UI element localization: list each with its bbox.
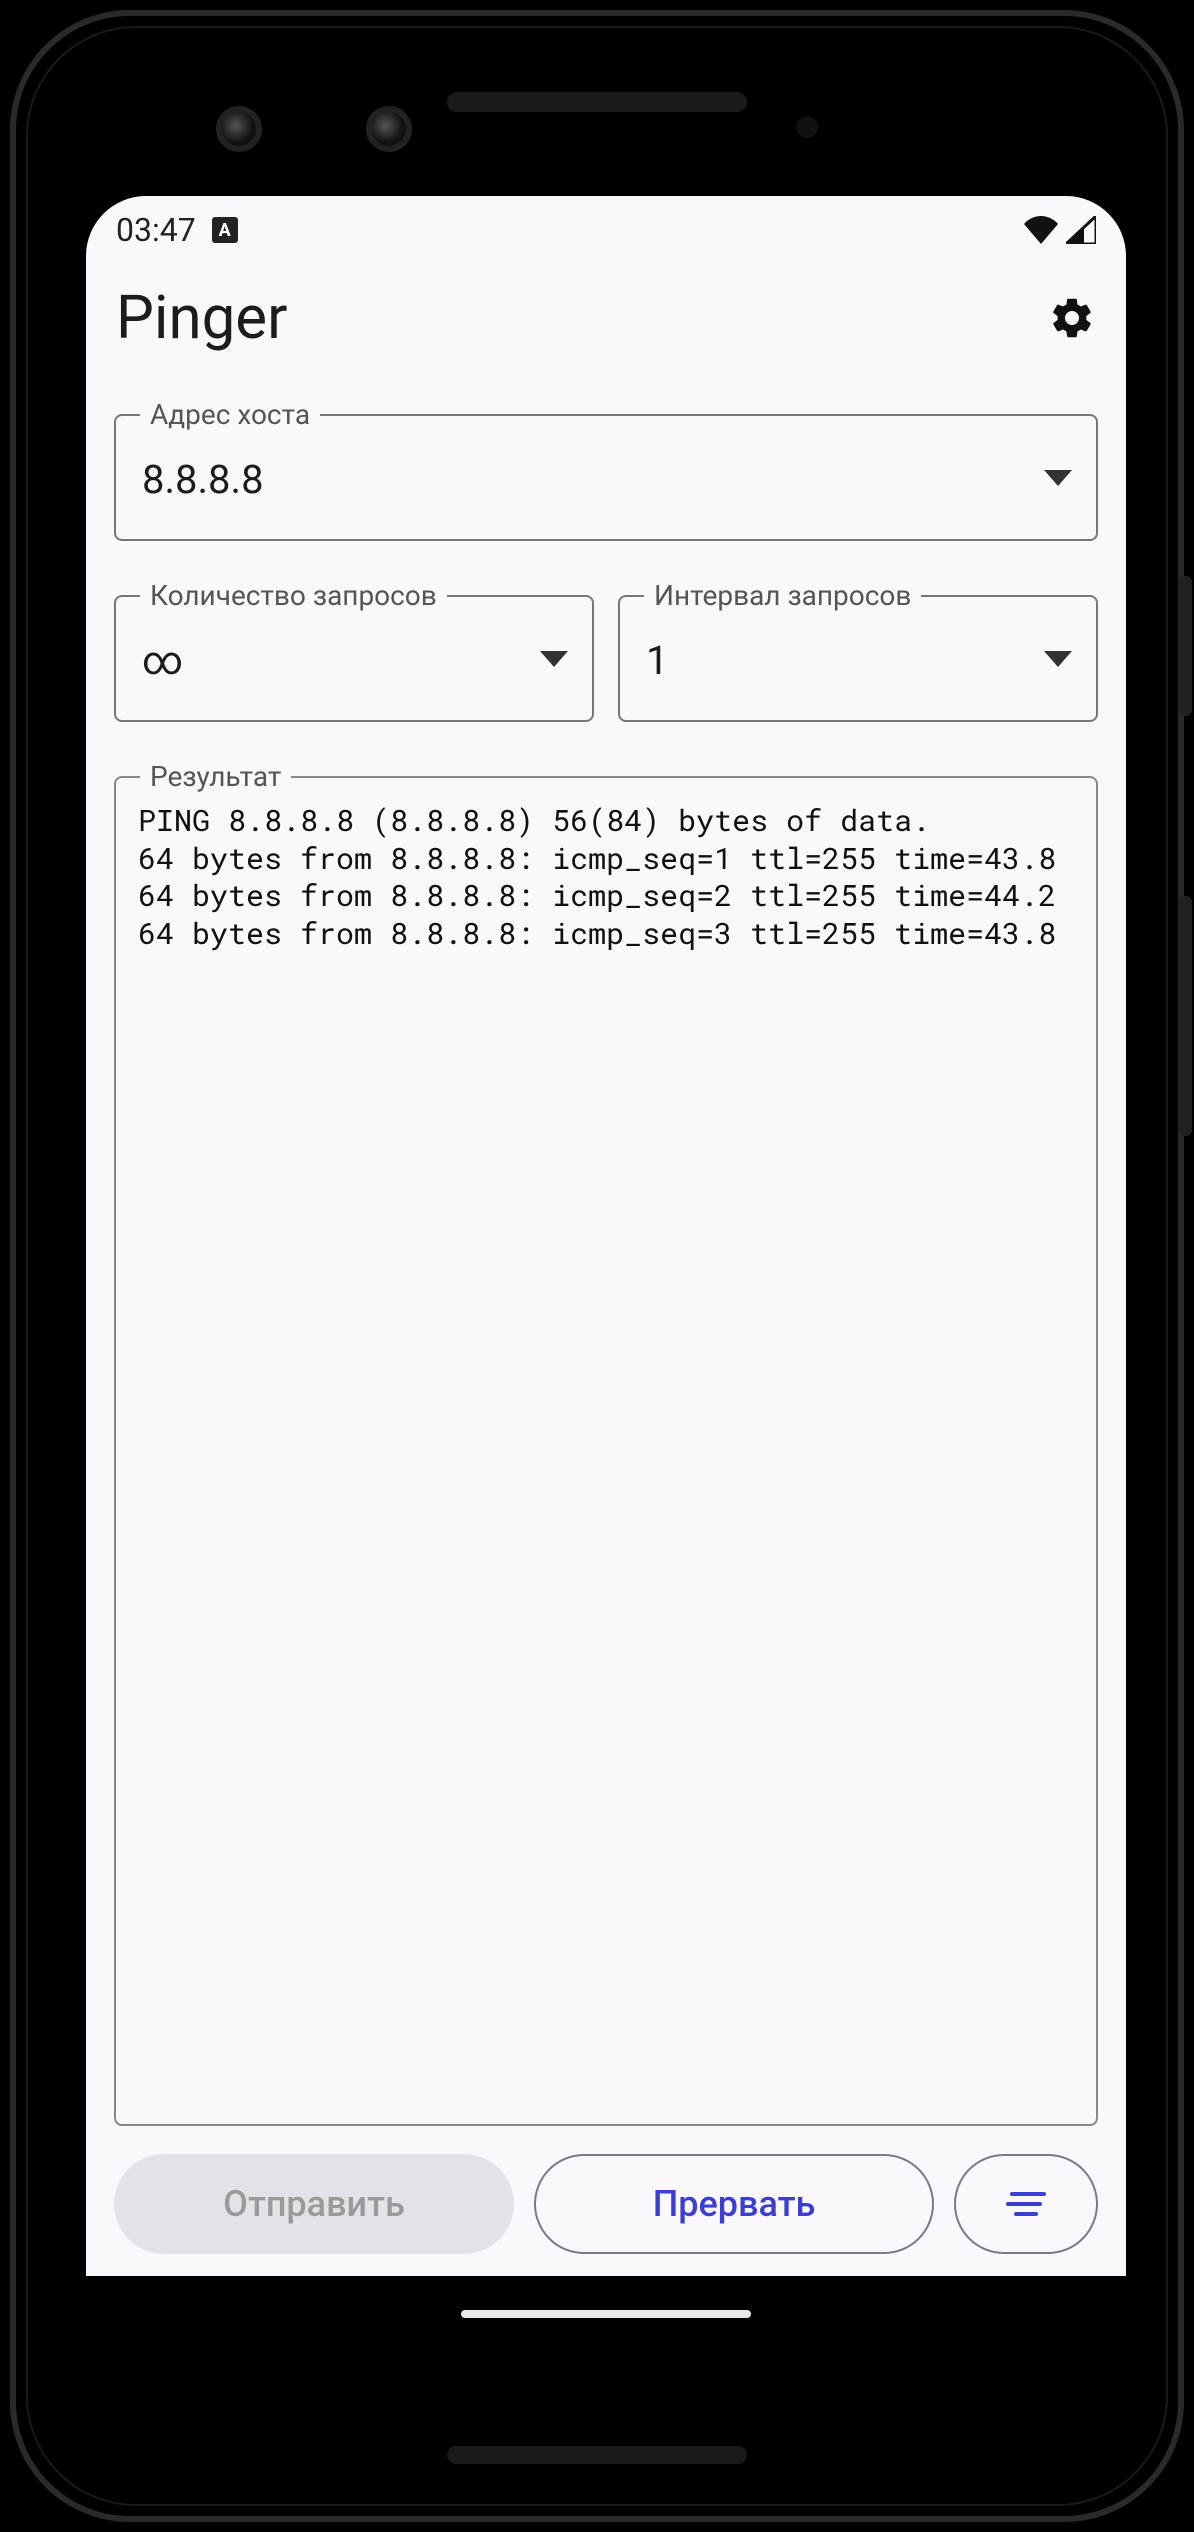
keyboard-indicator-icon: A bbox=[212, 217, 238, 243]
host-value: 8.8.8.8 bbox=[116, 416, 1096, 539]
host-field[interactable]: Адрес хоста 8.8.8.8 bbox=[114, 414, 1098, 541]
app-title: Pinger bbox=[116, 282, 287, 353]
result-box: Результат PING 8.8.8.8 (8.8.8.8) 56(84) … bbox=[114, 776, 1098, 2126]
interval-label: Интервал запросов bbox=[644, 579, 921, 612]
host-label: Адрес хоста bbox=[140, 398, 320, 431]
dropdown-arrow-icon bbox=[1044, 470, 1072, 486]
status-clock: 03:47 bbox=[116, 211, 196, 249]
settings-button[interactable] bbox=[1048, 294, 1096, 342]
content-area: Адрес хоста 8.8.8.8 Количество запросов … bbox=[86, 356, 1126, 2276]
interval-field[interactable]: Интервал запросов 1 bbox=[618, 595, 1098, 722]
bottom-speaker bbox=[447, 2446, 747, 2464]
result-output[interactable]: PING 8.8.8.8 (8.8.8.8) 56(84) bytes of d… bbox=[138, 802, 1074, 952]
phone-chassis: 03:47 A Pinger Адрес хоста 8 bbox=[10, 10, 1184, 2522]
nav-home-pill[interactable] bbox=[461, 2310, 751, 2318]
action-row: Отправить Прервать bbox=[114, 2126, 1098, 2276]
menu-lines-icon bbox=[1006, 2188, 1046, 2220]
side-power-button bbox=[1178, 576, 1192, 716]
count-value: ∞ bbox=[116, 597, 592, 720]
count-label: Количество запросов bbox=[140, 579, 447, 612]
dropdown-arrow-icon bbox=[540, 651, 568, 667]
front-camera-2 bbox=[366, 106, 412, 152]
interval-value: 1 bbox=[620, 597, 1096, 720]
earpiece bbox=[447, 92, 747, 112]
send-button: Отправить bbox=[114, 2154, 514, 2254]
side-volume-button bbox=[1178, 896, 1192, 1136]
count-field[interactable]: Количество запросов ∞ bbox=[114, 595, 594, 722]
wifi-icon bbox=[1024, 216, 1058, 244]
more-button[interactable] bbox=[954, 2154, 1098, 2254]
abort-button[interactable]: Прервать bbox=[534, 2154, 934, 2254]
status-bar: 03:47 A bbox=[86, 196, 1126, 264]
result-label: Результат bbox=[140, 760, 291, 793]
front-camera bbox=[216, 106, 262, 152]
device-screen: 03:47 A Pinger Адрес хоста 8 bbox=[86, 196, 1126, 2336]
android-nav-bar bbox=[86, 2276, 1126, 2336]
sensor-dot bbox=[796, 116, 818, 138]
cell-signal-icon bbox=[1066, 216, 1096, 244]
gear-icon bbox=[1048, 294, 1096, 342]
dropdown-arrow-icon bbox=[1044, 651, 1072, 667]
